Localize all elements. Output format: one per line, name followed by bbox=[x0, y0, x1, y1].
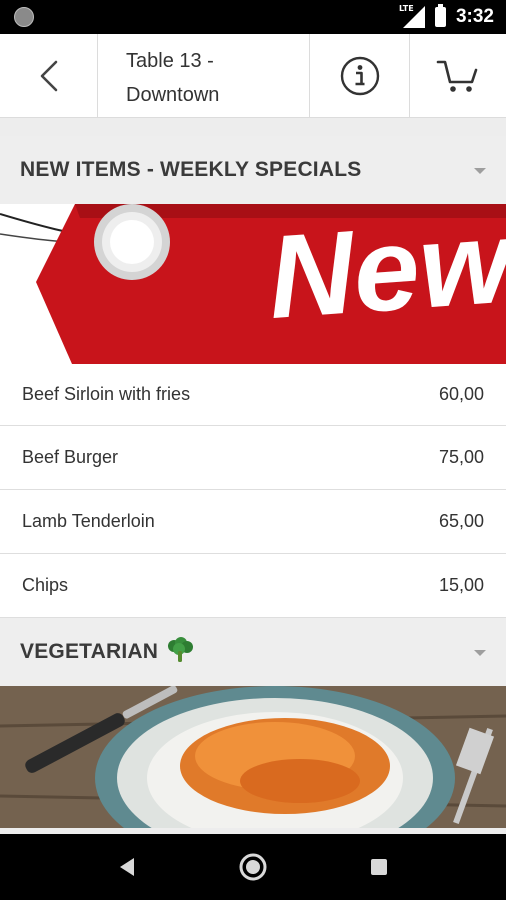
item-name: Beef Sirloin with fries bbox=[22, 384, 191, 404]
nav-back-button[interactable] bbox=[112, 852, 142, 882]
nav-recents-button[interactable] bbox=[364, 852, 394, 882]
title-line-1: Table 13 - bbox=[126, 50, 214, 72]
broccoli-icon bbox=[166, 636, 194, 668]
new-items-banner: New bbox=[0, 204, 506, 364]
battery-icon bbox=[434, 4, 446, 27]
menu-content[interactable]: NEW ITEMS - WEEKLY SPECIALS New Beef Sir… bbox=[0, 118, 506, 834]
system-nav-bar bbox=[0, 834, 506, 900]
cart-icon bbox=[436, 60, 478, 92]
network-label: LTE bbox=[398, 4, 414, 13]
new-tag-image: New bbox=[0, 204, 506, 364]
home-circle-icon bbox=[239, 853, 267, 881]
status-bar: LTE 3:32 bbox=[0, 0, 506, 34]
item-name: Chips bbox=[22, 575, 69, 595]
nav-home-button[interactable] bbox=[238, 852, 268, 882]
section-header-vegetarian[interactable]: VEGETARIAN bbox=[0, 618, 506, 686]
app-bar: Table 13 - Downtown bbox=[0, 34, 506, 118]
item-price: 15,00 bbox=[438, 575, 484, 595]
title-line-2: Downtown bbox=[126, 84, 220, 106]
vegetarian-food-image bbox=[0, 686, 506, 828]
status-icons: LTE 3:32 bbox=[399, 0, 494, 34]
menu-item-row[interactable]: Lamb Tenderloin 65,00 bbox=[0, 490, 506, 554]
menu-item-row[interactable]: Beef Sirloin with fries 60,00 bbox=[0, 364, 506, 426]
caret-down-icon bbox=[474, 168, 486, 174]
spacer bbox=[0, 118, 506, 136]
section-header-new-items[interactable]: NEW ITEMS - WEEKLY SPECIALS bbox=[0, 136, 506, 204]
notification-dot-icon bbox=[14, 7, 34, 27]
menu-item-row[interactable]: Beef Burger 75,00 bbox=[0, 426, 506, 490]
signal-icon: LTE bbox=[398, 4, 425, 28]
menu-item-row[interactable]: Chips 15,00 bbox=[0, 554, 506, 618]
status-time: 3:32 bbox=[455, 6, 494, 27]
page-title: Table 13 - Downtown bbox=[98, 34, 310, 118]
back-triangle-icon bbox=[120, 858, 134, 876]
info-icon bbox=[340, 56, 379, 96]
item-name: Beef Burger bbox=[22, 447, 119, 467]
section-title: VEGETARIAN bbox=[20, 640, 159, 663]
item-price: 65,00 bbox=[438, 511, 484, 531]
item-price: 60,00 bbox=[438, 384, 484, 404]
banner-text: New bbox=[264, 204, 506, 344]
back-button[interactable] bbox=[0, 34, 98, 118]
item-price: 75,00 bbox=[438, 447, 484, 467]
chevron-left-icon bbox=[40, 60, 57, 92]
info-button[interactable] bbox=[310, 34, 410, 118]
item-name: Lamb Tenderloin bbox=[22, 511, 155, 531]
cart-button[interactable] bbox=[410, 34, 506, 118]
recents-square-icon bbox=[371, 859, 387, 875]
section-title: NEW ITEMS - WEEKLY SPECIALS bbox=[20, 158, 362, 181]
caret-down-icon bbox=[474, 650, 486, 656]
